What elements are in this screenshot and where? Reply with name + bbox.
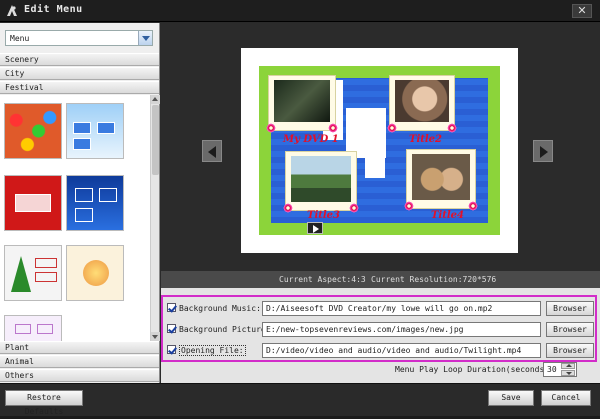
previous-page-arrow-icon[interactable] xyxy=(202,140,222,162)
scrollbar-thumb[interactable] xyxy=(152,105,159,175)
next-page-arrow-icon[interactable] xyxy=(533,140,553,162)
loop-duration-spinner[interactable] xyxy=(561,363,575,376)
opening-file-row: Opening File: D:/video/video and audio/v… xyxy=(165,342,595,359)
video-frame-image xyxy=(395,80,449,122)
flower-decoration-icon xyxy=(266,123,276,133)
flower-decoration-icon xyxy=(349,203,359,213)
menu-preview-area: My DVD 1 Title2 Title3 Title4 xyxy=(161,23,600,271)
template-thumbnail-7[interactable] xyxy=(4,315,62,341)
opening-file-label: Opening File: xyxy=(179,345,246,356)
category-animal[interactable]: Animal xyxy=(0,355,159,368)
app-logo-icon xyxy=(7,5,17,16)
browse-opening-file-button[interactable]: Browser xyxy=(546,343,594,358)
browse-music-button[interactable]: Browser xyxy=(546,301,594,316)
title-thumbnail-1[interactable] xyxy=(266,75,338,133)
title-thumbnail-4[interactable] xyxy=(404,149,478,211)
menu-border-right xyxy=(488,66,500,235)
template-thumbnail-6[interactable] xyxy=(66,245,124,301)
background-picture-field[interactable]: E:/new-topsevenreviews.com/images/new.jp… xyxy=(262,322,541,337)
menu-border-bottom xyxy=(259,223,500,235)
title-label-1[interactable]: My DVD 1 xyxy=(283,134,339,145)
template-thumbnails xyxy=(0,95,150,341)
video-frame-image xyxy=(412,154,470,200)
title-bar: Edit Menu ✕ xyxy=(0,0,600,22)
thumbnail-scrollbar[interactable] xyxy=(150,95,160,341)
template-thumbnail-4[interactable] xyxy=(66,175,124,231)
restore-defaults-button[interactable]: Restore Defaults xyxy=(5,390,83,416)
template-type-dropdown[interactable]: Menu xyxy=(5,30,153,46)
title-thumbnail-2[interactable] xyxy=(387,75,457,133)
title-label-4[interactable]: Title4 xyxy=(431,210,464,221)
close-icon: ✕ xyxy=(577,4,587,17)
loop-duration-label: Menu Play Loop Duration(seconds): xyxy=(395,365,554,374)
category-plant[interactable]: Plant xyxy=(0,341,159,354)
highlighted-settings-box: Background Music: D:/Aiseesoft DVD Creat… xyxy=(161,295,597,362)
video-frame-image xyxy=(274,80,330,122)
menu-settings-panel: Background Music: D:/Aiseesoft DVD Creat… xyxy=(161,288,600,383)
background-picture-row: Background Picture: E:/new-topsevenrevie… xyxy=(165,321,595,338)
template-thumbnail-1[interactable] xyxy=(4,103,62,159)
flower-decoration-icon xyxy=(447,123,457,133)
scroll-down-arrow-icon[interactable] xyxy=(151,332,160,341)
close-button[interactable]: ✕ xyxy=(572,4,592,18)
background-music-field[interactable]: D:/Aiseesoft DVD Creator/my lowe will go… xyxy=(262,301,541,316)
title-label-3[interactable]: Title3 xyxy=(307,210,340,221)
background-music-row: Background Music: D:/Aiseesoft DVD Creat… xyxy=(165,300,595,317)
category-others[interactable]: Others xyxy=(0,369,159,382)
template-thumbnail-2[interactable] xyxy=(66,103,124,159)
spin-down-arrow-icon[interactable] xyxy=(561,370,575,376)
browse-picture-button[interactable]: Browser xyxy=(546,322,594,337)
template-thumbnail-5[interactable] xyxy=(4,245,62,301)
category-scenery[interactable]: Scenery xyxy=(0,53,159,66)
dialog-footer: Restore Defaults Save Cancel xyxy=(0,383,600,416)
opening-file-field[interactable]: D:/video/video and audio/video and audio… xyxy=(262,343,541,358)
spin-up-arrow-icon[interactable] xyxy=(561,363,575,369)
scroll-up-arrow-icon[interactable] xyxy=(151,95,160,104)
flower-decoration-icon xyxy=(387,123,397,133)
background-picture-label: Background Picture: xyxy=(179,325,271,334)
flower-decoration-icon xyxy=(328,123,338,133)
template-thumbnail-3[interactable] xyxy=(4,175,62,231)
category-festival[interactable]: Festival xyxy=(0,81,159,94)
flower-decoration-icon xyxy=(468,201,478,211)
flower-decoration-icon xyxy=(404,201,414,211)
template-sidebar: Menu Scenery City Festival Plant Animal … xyxy=(0,23,160,383)
flower-decoration-icon xyxy=(283,203,293,213)
title-thumbnail-3[interactable] xyxy=(283,151,359,213)
cancel-button[interactable]: Cancel xyxy=(541,390,591,406)
menu-preview-canvas: My DVD 1 Title2 Title3 Title4 xyxy=(241,48,518,253)
video-frame-image xyxy=(291,156,351,202)
title-label-2[interactable]: Title2 xyxy=(409,134,442,145)
edit-menu-window: Edit Menu ✕ Menu Scenery City Festival P… xyxy=(0,0,600,416)
current-resolution: Current Resolution:720*576 xyxy=(371,275,497,284)
preview-info-strip: Current Aspect:4:3 Current Resolution:72… xyxy=(161,271,600,288)
background-music-checkbox[interactable] xyxy=(167,303,176,312)
play-button[interactable] xyxy=(307,222,323,234)
dropdown-value: Menu xyxy=(10,34,30,43)
save-button[interactable]: Save xyxy=(488,390,534,406)
current-aspect: Current Aspect:4:3 xyxy=(279,275,366,284)
opening-file-checkbox[interactable] xyxy=(167,345,176,354)
background-picture-checkbox[interactable] xyxy=(167,324,176,333)
menu-deco-block xyxy=(365,158,385,178)
window-title: Edit Menu xyxy=(24,4,83,15)
category-city[interactable]: City xyxy=(0,67,159,80)
background-music-label: Background Music: xyxy=(179,304,261,313)
chevron-down-icon[interactable] xyxy=(138,31,152,45)
